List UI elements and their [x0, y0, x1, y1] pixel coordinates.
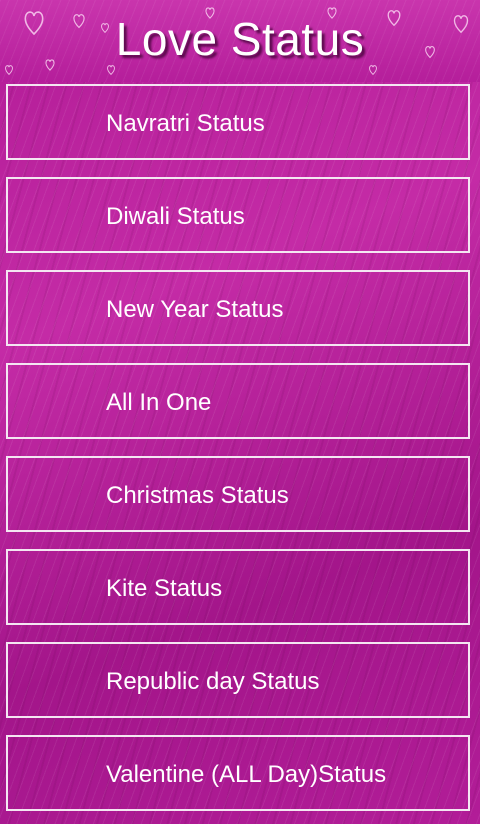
menu-item-navratri-status[interactable]: Navratri Status [6, 84, 470, 160]
menu-item-label: Navratri Status [106, 110, 265, 137]
menu-item-republic-day-status[interactable]: Republic day Status [6, 642, 470, 718]
app-title: Love Status [115, 13, 365, 65]
app-header: Love Status [0, 0, 480, 82]
menu-item-label: All In One [106, 389, 212, 416]
menu-item-all-in-one[interactable]: All In One [6, 363, 470, 439]
menu-item-kite-status[interactable]: Kite Status [6, 549, 470, 625]
menu-item-label: Valentine (ALL Day)Status [106, 761, 387, 788]
menu-item-label: Republic day Status [106, 668, 320, 695]
menu-item-diwali-status[interactable]: Diwali Status [6, 177, 470, 253]
menu-item-label: Kite Status [106, 575, 223, 602]
menu-item-new-year-status[interactable]: New Year Status [6, 270, 470, 346]
menu-item-label: Christmas Status [106, 482, 289, 509]
menu-item-valentine-status[interactable]: Valentine (ALL Day)Status [6, 735, 470, 811]
menu-item-label: Diwali Status [106, 203, 245, 230]
menu-item-christmas-status[interactable]: Christmas Status [6, 456, 470, 532]
menu-item-label: New Year Status [106, 296, 284, 323]
